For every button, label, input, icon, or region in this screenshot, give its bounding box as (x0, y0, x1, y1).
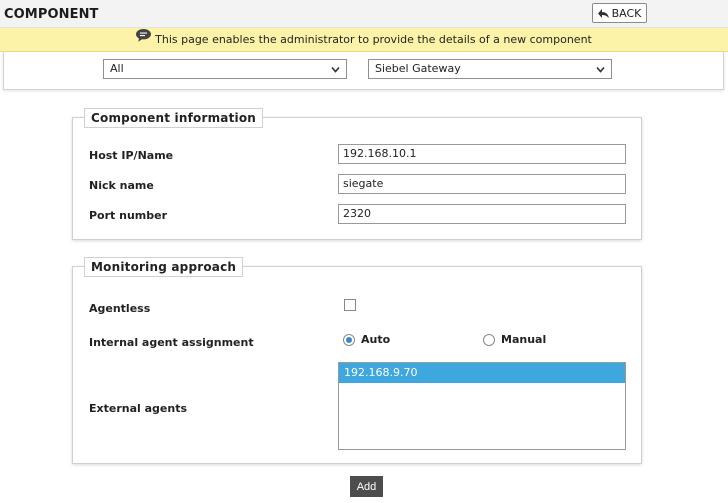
monitoring-approach-legend: Monitoring approach (84, 257, 244, 277)
host-field[interactable]: 192.168.10.1 (338, 144, 626, 164)
chevron-down-icon (596, 66, 605, 73)
page-title: COMPONENT (4, 7, 99, 22)
monitoring-approach-section: Monitoring approach Agentless Internal a… (72, 257, 642, 464)
auto-radio-button[interactable] (343, 333, 355, 346)
info-banner: This page enables the administrator to p… (0, 28, 728, 52)
nick-name-label: Nick name (89, 179, 154, 192)
back-arrow-icon (597, 8, 609, 18)
component-type-select-value: Siebel Gateway (375, 62, 461, 75)
agentless-label: Agentless (89, 302, 151, 315)
component-type-select[interactable]: Siebel Gateway (368, 59, 612, 79)
auto-radio-label: Auto (361, 333, 391, 346)
speech-bubble-icon (136, 29, 152, 42)
info-message: This page enables the administrator to p… (155, 33, 592, 46)
manual-radio[interactable]: Manual (483, 333, 546, 346)
external-agents-listbox[interactable]: 192.168.9.70 (338, 362, 626, 450)
internal-agent-assignment-label: Internal agent assignment (89, 336, 254, 349)
back-button-label: BACK (611, 6, 642, 20)
page-header: COMPONENT BACK (0, 0, 728, 28)
port-number-label: Port number (89, 209, 168, 222)
add-button[interactable]: Add (350, 476, 383, 497)
back-button[interactable]: BACK (592, 3, 647, 23)
component-information-section: Component information Host IP/Name 192.1… (72, 108, 642, 240)
category-select-value: All (110, 62, 124, 75)
external-agents-label: External agents (89, 402, 188, 415)
port-number-field[interactable]: 2320 (338, 204, 626, 224)
manual-radio-label: Manual (501, 333, 547, 346)
filter-panel: All Siebel Gateway (3, 52, 724, 90)
manual-radio-button[interactable] (483, 333, 495, 346)
nick-name-field[interactable]: siegate (338, 174, 626, 194)
auto-radio[interactable]: Auto (343, 333, 390, 346)
chevron-down-icon (331, 66, 340, 73)
agentless-checkbox[interactable] (344, 299, 356, 311)
host-label: Host IP/Name (89, 149, 174, 162)
component-information-legend: Component information (84, 108, 264, 128)
external-agent-item[interactable]: 192.168.9.70 (339, 363, 625, 383)
category-select[interactable]: All (103, 59, 347, 79)
